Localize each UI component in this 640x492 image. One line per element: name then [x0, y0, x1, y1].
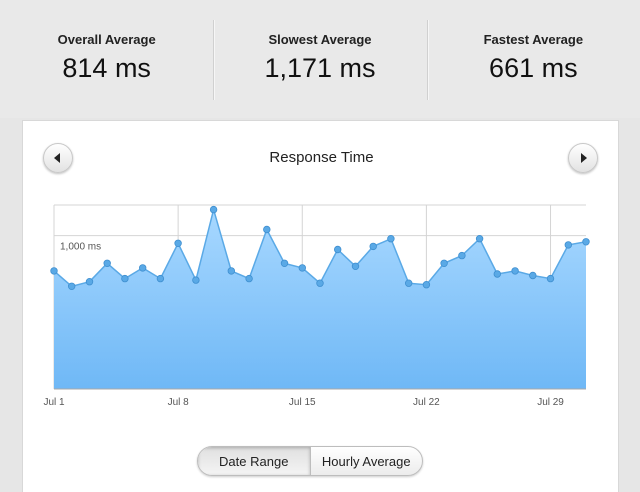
data-point [68, 282, 76, 290]
data-point [422, 280, 431, 289]
data-point [546, 274, 555, 283]
data-point [582, 238, 590, 246]
x-tick-label: Jul 8 [168, 397, 190, 408]
data-point [458, 251, 466, 260]
x-tick-label: Jul 15 [289, 397, 316, 408]
stat-label: Fastest Average [483, 32, 584, 47]
data-point [493, 270, 501, 278]
data-point [227, 267, 235, 275]
data-point [440, 259, 448, 267]
data-point [369, 242, 377, 251]
data-point [298, 264, 306, 272]
data-point [564, 241, 572, 249]
data-point [121, 274, 129, 283]
data-point [263, 225, 271, 234]
data-point [351, 262, 360, 270]
data-point [245, 274, 253, 283]
data-point [280, 259, 289, 267]
data-point [405, 279, 413, 287]
data-point [511, 267, 519, 275]
stat-slowest-average: Slowest Average 1,171 ms [213, 0, 426, 118]
data-point [174, 239, 182, 247]
stat-value: 1,171 ms [264, 53, 376, 83]
x-tick-label: Jul 22 [413, 397, 440, 408]
data-point [138, 264, 147, 272]
date-range-button[interactable]: Date Range [198, 447, 311, 475]
data-point [192, 276, 200, 284]
view-toggle: Date Range Hourly Average [197, 446, 423, 476]
stat-overall-average: Overall Average 814 ms [0, 0, 213, 118]
data-point [334, 245, 342, 254]
stat-fastest-average: Fastest Average 661 ms [426, 0, 640, 118]
chart-panel: Response Time 1,000 ms Jul 1 Jul 8 Jul 15 Ju… [22, 120, 619, 492]
hourly-average-button[interactable]: Hourly Average [311, 447, 423, 475]
data-point [387, 234, 395, 243]
series-area [54, 209, 586, 389]
y-tick-label: 1,000 ms [60, 242, 101, 253]
data-point [85, 277, 94, 286]
stat-value: 661 ms [489, 53, 578, 83]
data-point [50, 267, 58, 275]
data-point [475, 234, 484, 243]
stat-value: 814 ms [62, 53, 151, 83]
data-point [529, 271, 537, 280]
stat-label: Overall Average [57, 32, 156, 47]
response-time-chart: 1,000 ms Jul 1 Jul 8 Jul 15 Jul 22 Jul 29 [43, 204, 590, 408]
stats-bar: Overall Average 814 ms Slowest Average 1… [0, 0, 640, 118]
data-point [316, 279, 324, 287]
stat-label: Slowest Average [268, 32, 372, 47]
x-tick-label: Jul 29 [537, 397, 564, 408]
data-point [156, 274, 165, 283]
data-point [209, 205, 218, 214]
x-tick-label: Jul 1 [43, 397, 65, 408]
data-point [103, 259, 111, 267]
